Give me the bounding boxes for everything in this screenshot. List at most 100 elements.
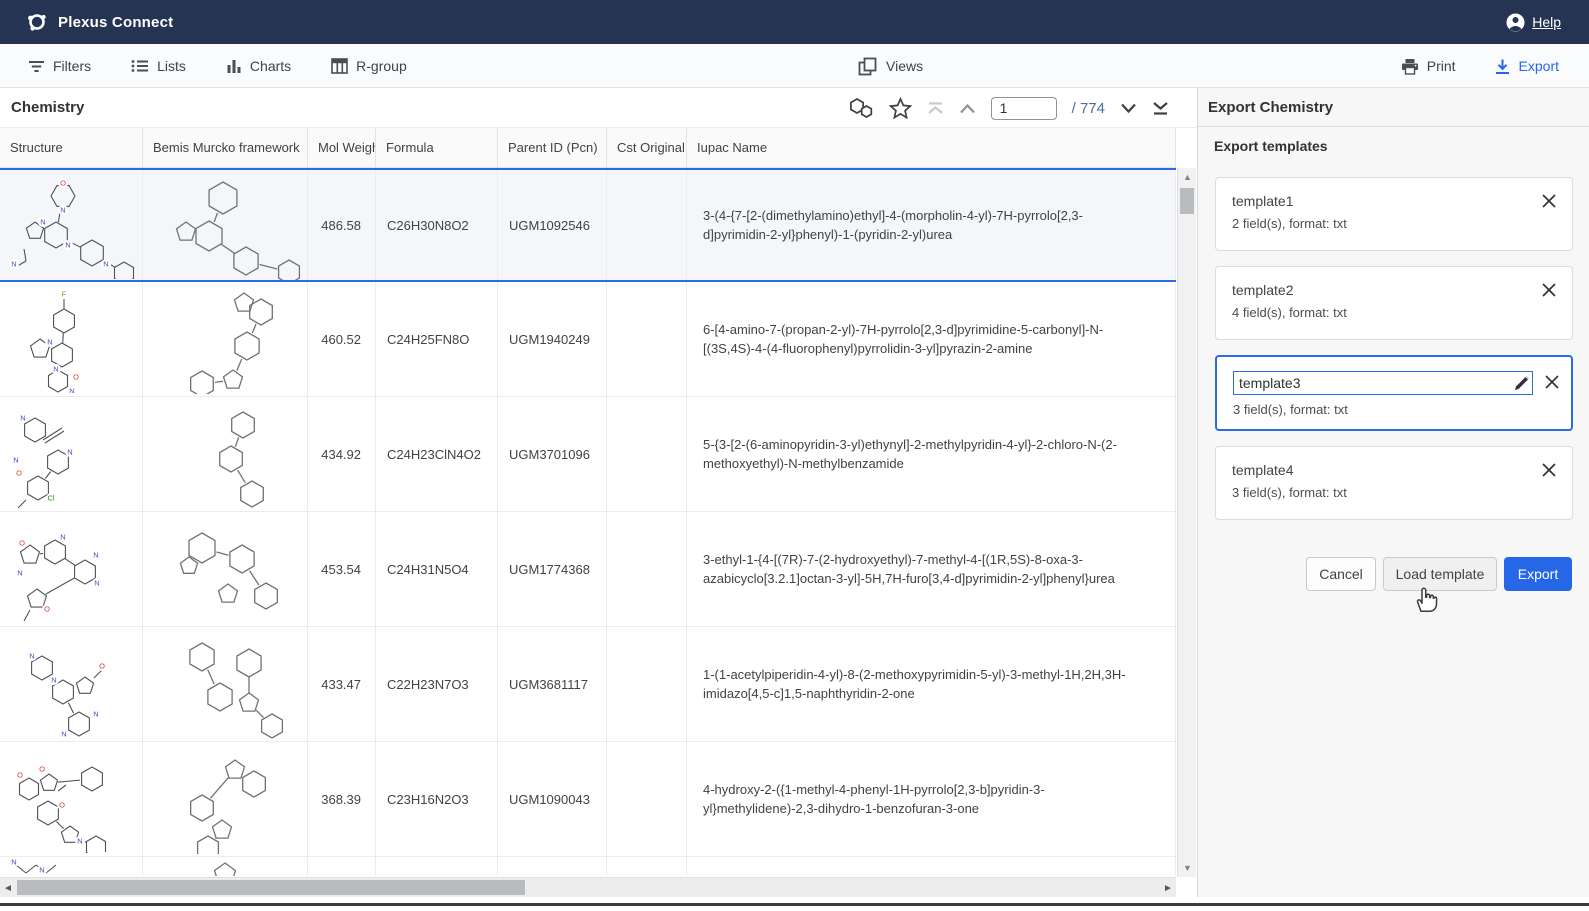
table-row[interactable]: OOONN368.39C23H16N2O3UGM10900434-hydroxy…: [0, 742, 1176, 857]
page-input[interactable]: [991, 97, 1057, 120]
go-last-icon[interactable]: [1152, 102, 1169, 115]
cell-mol-weight: 460.52: [308, 282, 376, 396]
column-header-formula[interactable]: Formula: [376, 128, 498, 167]
delete-template-icon[interactable]: [1540, 281, 1558, 299]
pagination: / 774: [848, 88, 1169, 128]
cancel-button[interactable]: Cancel: [1306, 557, 1376, 591]
charts-button[interactable]: Charts: [226, 58, 291, 74]
horizontal-scroll-thumb[interactable]: [17, 880, 525, 895]
brand: Plexus Connect: [26, 11, 173, 33]
export-panel: Export Chemistry Export templates templa…: [1197, 88, 1589, 897]
print-button[interactable]: Print: [1401, 58, 1456, 75]
cell-bemis-murcko-framework: [143, 170, 308, 280]
column-header-iupac-name[interactable]: Iupac Name: [687, 128, 1176, 167]
svg-text:N: N: [47, 338, 52, 347]
column-header-parent-id-pcn-[interactable]: Parent ID (Pcn): [498, 128, 607, 167]
framework-drawing: [145, 514, 305, 624]
cell-formula: C24H23ClN4O2: [376, 397, 498, 511]
cell-formula: C22H23N7O3: [376, 627, 498, 741]
column-header-mol-weigh[interactable]: Mol Weigh: [308, 128, 376, 167]
cell-parent-id: [498, 857, 607, 876]
scroll-right-arrow[interactable]: ►: [1160, 878, 1176, 898]
cell-formula: [376, 857, 498, 876]
svg-text:N: N: [39, 866, 44, 875]
export-button[interactable]: Export: [1504, 557, 1572, 591]
scroll-down-arrow[interactable]: ▼: [1178, 860, 1197, 876]
table-row[interactable]: ONNONN453.54C24H31N5O4UGM17743683-ethyl-…: [0, 512, 1176, 627]
column-header-structure[interactable]: Structure: [0, 128, 143, 167]
table-row-partial[interactable]: NN: [0, 857, 1176, 876]
template-card-template2[interactable]: template24 field(s), format: txt: [1215, 266, 1573, 340]
toolbar-right: Print Export: [1401, 44, 1559, 88]
template-details: 2 field(s), format: txt: [1232, 216, 1556, 231]
go-first-icon[interactable]: [927, 102, 944, 115]
cell-mol-weight: 368.39: [308, 742, 376, 856]
template-name: template1: [1232, 193, 1556, 209]
export-panel-title: Export Chemistry: [1208, 99, 1333, 116]
svg-text:O: O: [99, 662, 105, 671]
views-icon: [858, 57, 877, 76]
delete-template-icon[interactable]: [1540, 461, 1558, 479]
table-row[interactable]: FNNON460.52C24H25FN8OUGM19402496-[4-amin…: [0, 282, 1176, 397]
rgroup-button[interactable]: R-group: [331, 58, 407, 74]
cell-cst-original: [607, 397, 687, 511]
table-row[interactable]: ONNNNN486.58C26H30N8O2UGM10925463-(4-{7-…: [0, 168, 1176, 282]
template-name-input[interactable]: [1233, 371, 1533, 395]
svg-text:N: N: [61, 730, 66, 738]
load-template-button[interactable]: Load template: [1383, 557, 1497, 591]
table-body: ONNNNN486.58C26H30N8O2UGM10925463-(4-{7-…: [0, 168, 1176, 877]
cell-parent-id: UGM3681117: [498, 627, 607, 741]
cell-formula: C24H31N5O4: [376, 512, 498, 626]
structure-search-icon[interactable]: [848, 97, 874, 119]
scroll-up-arrow[interactable]: ▲: [1178, 169, 1197, 185]
cell-parent-id: UGM1940249: [498, 282, 607, 396]
table-row[interactable]: NNClON434.92C24H23ClN4O2UGM37010965-{3-[…: [0, 397, 1176, 512]
column-header-bemis-murcko-framework[interactable]: Bemis Murcko framework: [143, 128, 308, 167]
scroll-left-arrow[interactable]: ◄: [0, 878, 16, 898]
structure-drawing: FNNON: [6, 285, 136, 393]
table-row[interactable]: NNONN433.47C22H23N7O3UGM36811171-(1-acet…: [0, 627, 1176, 742]
cell-parent-id: UGM1090043: [498, 742, 607, 856]
delete-template-icon[interactable]: [1540, 192, 1558, 210]
structure-drawing: ONNNNN: [6, 171, 136, 279]
favorite-star-icon[interactable]: [889, 97, 912, 119]
structure-drawing: ONNONN: [6, 515, 136, 623]
help-button[interactable]: Help: [1506, 13, 1561, 32]
column-header-cst-original[interactable]: Cst Original: [607, 128, 687, 167]
svg-text:O: O: [60, 179, 66, 188]
structure-drawing: NNONN: [6, 630, 136, 738]
delete-template-icon[interactable]: [1543, 373, 1561, 391]
next-page-icon[interactable]: [1120, 103, 1137, 114]
template-card-template3[interactable]: 3 field(s), format: txt: [1215, 355, 1573, 431]
cell-iupac-name: 5-{3-[2-(6-aminopyridin-3-yl)ethynyl]-2-…: [687, 397, 1176, 511]
cell-mol-weight: 453.54: [308, 512, 376, 626]
plexus-logo-icon: [26, 11, 48, 33]
svg-text:N: N: [17, 569, 22, 578]
template-card-template1[interactable]: template1 2 field(s), format: txt: [1215, 177, 1573, 251]
vertical-scrollbar[interactable]: ▲ ▼: [1177, 168, 1196, 877]
svg-text:O: O: [19, 539, 25, 548]
app-title: Plexus Connect: [58, 14, 173, 31]
views-button[interactable]: Views: [858, 44, 923, 88]
svg-text:N: N: [67, 448, 72, 457]
cell-iupac-name: 1-(1-acetylpiperidin-4-yl)-8-(2-methoxyp…: [687, 627, 1176, 741]
edit-pencil-icon[interactable]: [1513, 374, 1531, 392]
svg-text:N: N: [93, 551, 98, 560]
cell-bemis-murcko-framework: [143, 282, 308, 396]
cell-structure: NN: [0, 857, 143, 876]
rgroup-label: R-group: [356, 58, 407, 74]
export-button-toolbar[interactable]: Export: [1494, 58, 1559, 75]
cell-cst-original: [607, 857, 687, 876]
svg-text:O: O: [16, 469, 22, 478]
svg-text:O: O: [59, 801, 65, 810]
filters-button[interactable]: Filters: [28, 58, 91, 74]
cell-cst-original: [607, 512, 687, 626]
template-card-template4[interactable]: template43 field(s), format: txt: [1215, 446, 1573, 520]
cell-cst-original: [607, 170, 687, 280]
vertical-scroll-thumb[interactable]: [1180, 188, 1194, 214]
horizontal-scrollbar[interactable]: ◄ ►: [0, 877, 1176, 897]
cell-cst-original: [607, 282, 687, 396]
cell-structure: ONNNNN: [0, 170, 143, 280]
lists-button[interactable]: Lists: [131, 58, 186, 74]
previous-page-icon[interactable]: [959, 103, 976, 114]
